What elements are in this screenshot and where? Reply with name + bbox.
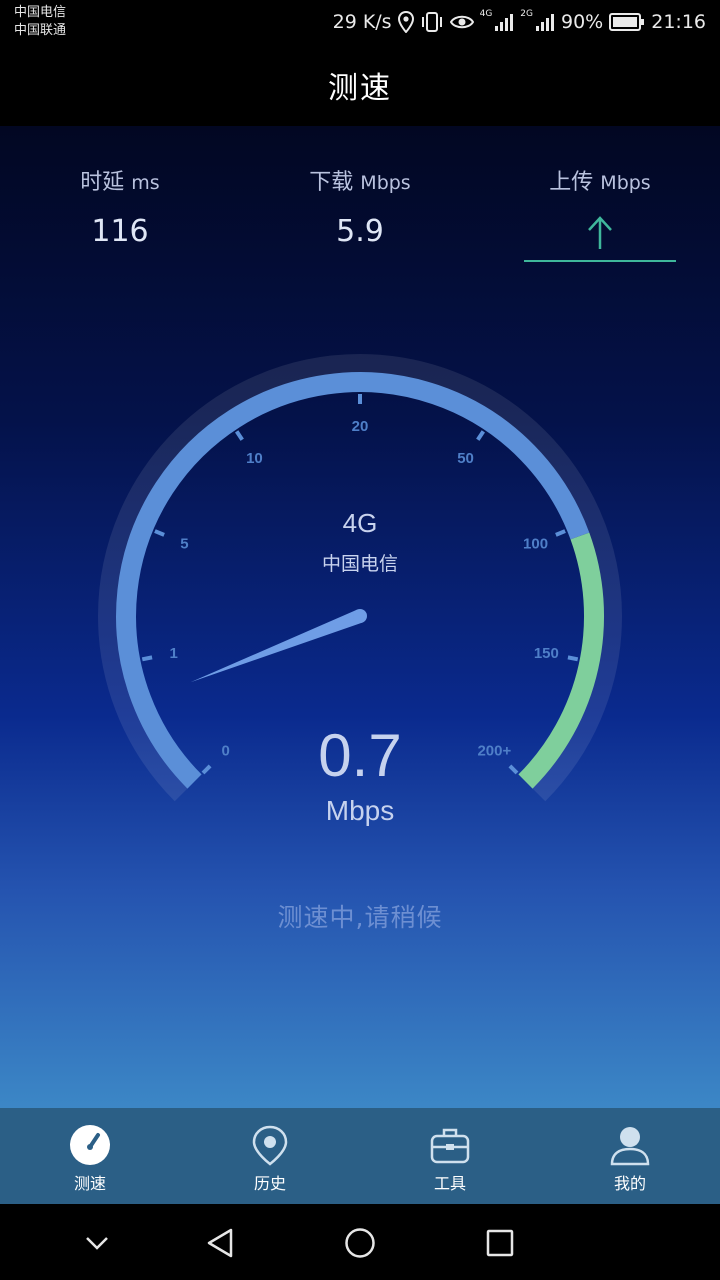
collapse-nav-button[interactable] <box>80 1226 114 1260</box>
bottom-nav: 测速 历史 工具 我的 <box>0 1108 720 1204</box>
speed-test-panel: 时延 ms 116 下载 Mbps 5.9 上传 Mbps 0 1 5 10 20 50 1… <box>0 126 720 1108</box>
network-type: 4G <box>343 508 378 538</box>
speed-unit: Mbps <box>326 795 394 826</box>
gauge-tick <box>508 764 519 775</box>
nav-history[interactable]: 历史 <box>180 1108 360 1204</box>
needle-hub <box>353 609 367 623</box>
gauge-scale-label: 200+ <box>477 742 511 759</box>
status-icons: 29 K/s 4G 2G 90% 21:16 <box>333 8 706 36</box>
speedometer-gauge: 0 1 5 10 20 50 100 150 200+ 4G 中国电信 0.7 Mbps <box>98 354 622 826</box>
gauge-scale-label: 20 <box>352 418 369 435</box>
gauge-scale-label: 100 <box>523 535 548 552</box>
nav-speedtest[interactable]: 测速 <box>0 1108 180 1204</box>
vibrate-icon <box>420 11 444 33</box>
gauge-tick <box>201 764 212 775</box>
network-speed: 29 K/s <box>332 11 392 33</box>
toolbox-icon <box>430 1128 470 1164</box>
nav-tools-label: 工具 <box>433 1174 466 1193</box>
location-pin-icon <box>252 1125 288 1166</box>
gauge-scale-label: 50 <box>457 450 474 467</box>
recents-square-icon <box>486 1229 514 1257</box>
back-button[interactable] <box>203 1226 237 1260</box>
status-bar: 中国电信 中国联通 29 K/s 4G 2G 90% 21:16 <box>0 0 720 44</box>
nav-profile[interactable]: 我的 <box>540 1108 720 1204</box>
nav-tools[interactable]: 工具 <box>360 1108 540 1204</box>
gauge-scale-label: 1 <box>169 645 177 662</box>
gauge-tick <box>567 655 579 662</box>
carrier-names: 中国电信 中国联通 <box>14 4 66 40</box>
signal-bars-1-icon <box>494 12 514 32</box>
gauge-scale-label: 0 <box>221 742 229 759</box>
current-speed: 0.7 <box>318 722 401 789</box>
gauge-needle <box>190 609 363 683</box>
gauge-scale-label: 150 <box>534 645 559 662</box>
chevron-down-icon <box>86 1237 108 1250</box>
carrier-2: 中国联通 <box>14 23 67 38</box>
nav-speedtest-label: 测速 <box>73 1174 106 1193</box>
person-icon <box>610 1127 650 1166</box>
gauge-tick <box>154 529 165 537</box>
gauge-tick <box>141 655 153 662</box>
recents-button[interactable] <box>483 1226 517 1260</box>
gauge-carrier: 中国电信 <box>322 553 398 575</box>
eye-comfort-icon <box>449 13 474 31</box>
signal-bars-2-icon <box>535 12 555 32</box>
speedometer-icon <box>70 1125 110 1165</box>
gauge-tick <box>555 529 566 537</box>
gauge-scale-labels: 0 1 5 10 20 50 100 150 200+ <box>169 418 558 759</box>
battery-percent: 90% <box>561 11 604 33</box>
system-nav-bar <box>0 1204 720 1280</box>
home-circle-icon <box>345 1228 375 1258</box>
battery-icon <box>609 13 645 31</box>
gauge-scale-label: 10 <box>246 450 263 467</box>
gauge-scale-label: 5 <box>180 535 188 552</box>
clock: 21:16 <box>651 11 706 33</box>
nav-profile-label: 我的 <box>613 1174 646 1193</box>
testing-status: 测速中,请稍候 <box>277 903 443 932</box>
gauge-tick <box>235 430 244 441</box>
location-icon <box>397 11 414 33</box>
carrier-1: 中国电信 <box>14 5 67 20</box>
title-bar: 测速 <box>0 44 720 126</box>
page-title: 测速 <box>328 71 392 106</box>
nav-history-label: 历史 <box>253 1174 286 1193</box>
back-triangle-icon <box>207 1228 233 1258</box>
signal-1-type: 4G <box>479 9 493 19</box>
home-button[interactable] <box>343 1226 377 1260</box>
signal-2-type: 2G <box>520 9 533 19</box>
gauge-tick <box>476 430 485 441</box>
